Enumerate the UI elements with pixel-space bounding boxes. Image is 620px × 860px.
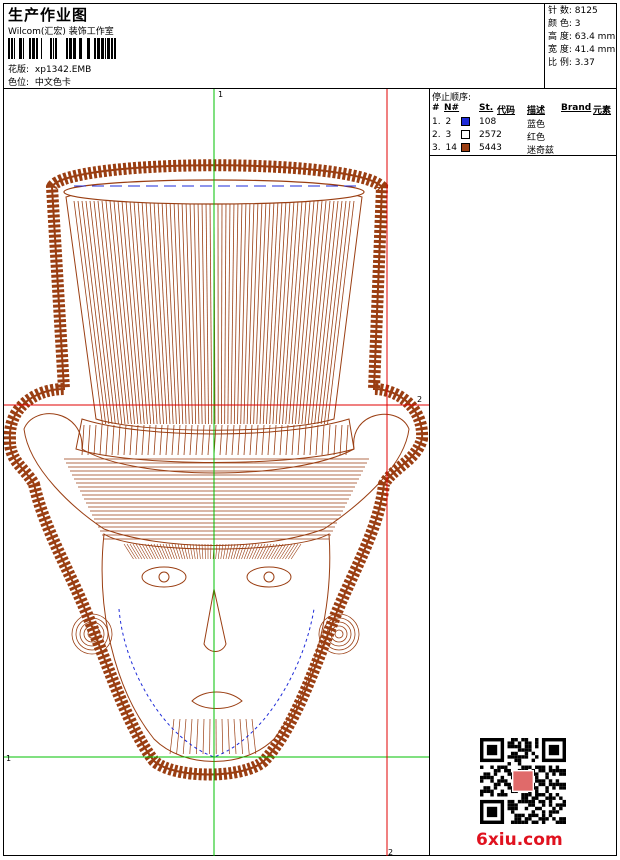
- right-cheek-swirl: [334, 629, 344, 639]
- face: [71, 533, 360, 762]
- mouth: [191, 691, 243, 709]
- width-label: 宽 度:: [548, 45, 572, 55]
- height-row: 高 度: 63.4 mm: [548, 31, 615, 44]
- height-label: 高 度:: [548, 32, 572, 42]
- design-border: [4, 159, 429, 781]
- height-value: 63.4 mm: [574, 32, 616, 42]
- red-vertical-label: 2: [388, 848, 393, 856]
- stop-row-num: 2.: [432, 130, 441, 140]
- right-pupil: [263, 571, 275, 583]
- stop-row-code: 5443: [479, 143, 502, 153]
- stop-header-brand: Brand: [561, 103, 592, 113]
- design-file-label: 花版:: [8, 65, 30, 75]
- stop-row-num: 3.: [432, 143, 441, 153]
- green-vertical-label: 1: [218, 90, 223, 99]
- thread-color-swatch: [461, 143, 470, 152]
- watermark-site: 6xiu.com: [476, 830, 563, 850]
- stop-row-code: 108: [479, 117, 497, 127]
- color-count-label: 颜 色:: [548, 19, 572, 29]
- company-name: Wilcom(汇宏) 装饰工作室: [8, 27, 114, 37]
- right-cheek-swirl: [318, 613, 360, 655]
- stop-header-needle: N#: [444, 103, 460, 113]
- embroidery-design-canvas: 1 1 2 2: [4, 89, 429, 856]
- top-hat-face-design: [4, 159, 429, 781]
- stop-row: 2. 3: [432, 130, 451, 140]
- stop-header-code: 代码: [497, 106, 516, 116]
- red-horizontal-label: 2: [417, 395, 422, 404]
- stop-row-num: 1.: [432, 117, 441, 127]
- stop-row-needle: 3: [445, 130, 452, 140]
- stops-divider: [429, 155, 617, 156]
- design-file-value: xp1342.EMB: [34, 65, 92, 75]
- qr-center-logo: [511, 769, 535, 793]
- left-pupil: [158, 571, 170, 583]
- stop-row-desc: 迷奇兹: [527, 146, 555, 156]
- stitch-count-label: 针 数:: [548, 6, 572, 16]
- green-horizontal-label: 1: [6, 754, 11, 763]
- stats-panel: 针 数: 8125 颜 色: 3 高 度: 63.4 mm 宽 度: 41.4 …: [548, 5, 615, 70]
- stop-row-desc: 蓝色: [527, 120, 546, 130]
- design-outline: [8, 164, 424, 776]
- qr-code: [480, 738, 566, 824]
- color-count-row: 颜 色: 3: [548, 18, 615, 31]
- thread-color-swatch: [461, 117, 470, 126]
- stitch-count-value: 8125: [574, 6, 598, 16]
- stop-row-desc: 红色: [527, 133, 546, 143]
- stop-header-num: #: [432, 103, 440, 113]
- design-file-row: 花版: xp1342.EMB: [8, 62, 91, 75]
- stop-header-st: St.: [479, 103, 494, 113]
- colorway-label: 色位:: [8, 78, 30, 88]
- stop-row: 3. 14: [432, 143, 457, 153]
- sidebar-divider: [429, 88, 430, 856]
- stop-row-needle: 14: [445, 143, 457, 153]
- stop-row-code: 2572: [479, 130, 502, 140]
- thread-color-swatch: [461, 130, 470, 139]
- colorway-value: 中文色卡: [34, 78, 71, 88]
- stop-header-desc: 描述: [527, 106, 546, 116]
- ratio-row: 比 例: 3.37: [548, 57, 615, 70]
- nose: [203, 588, 227, 652]
- width-value: 41.4 mm: [574, 45, 616, 55]
- stop-row-needle: 2: [445, 117, 452, 127]
- ratio-value: 3.37: [574, 58, 595, 68]
- left-eye: [141, 566, 187, 588]
- ratio-label: 比 例:: [548, 58, 572, 68]
- colorway-row: 色位: 中文色卡: [8, 75, 71, 88]
- stitch-count-row: 针 数: 8125: [548, 5, 615, 18]
- stop-row: 1. 2: [432, 117, 451, 127]
- hat-band: [75, 418, 355, 463]
- stop-header-element: 元素: [593, 106, 612, 116]
- stats-divider: [544, 3, 545, 89]
- barcode: [8, 38, 116, 59]
- right-eye: [246, 566, 292, 588]
- color-count-value: 3: [574, 19, 581, 29]
- page-title: 生产作业图: [8, 6, 89, 24]
- stop-sequence-title: 停止顺序:: [432, 93, 472, 103]
- width-row: 宽 度: 41.4 mm: [548, 44, 615, 57]
